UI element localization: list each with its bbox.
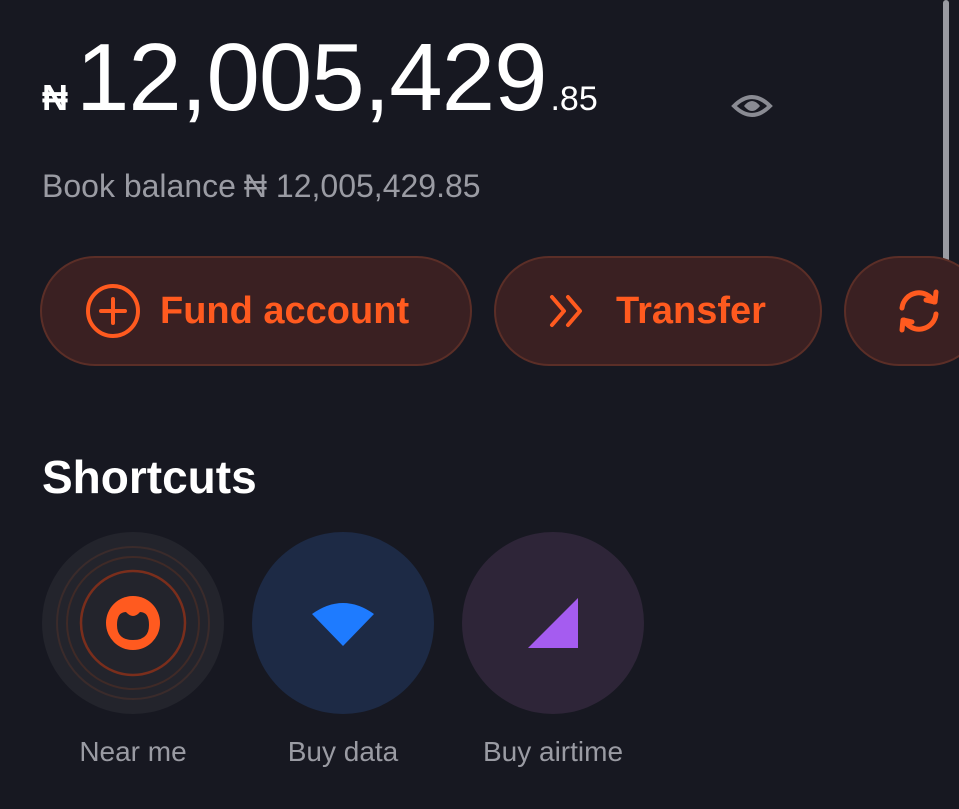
near-me-circle [42, 532, 224, 714]
buy-airtime-label: Buy airtime [482, 736, 624, 767]
buy-data-circle [252, 532, 434, 714]
transfer-button[interactable]: Transfer [494, 256, 822, 366]
currency-symbol: ₦ [42, 77, 68, 118]
shortcut-buy-airtime[interactable]: Buy airtime [460, 532, 646, 768]
refresh-icon [890, 282, 948, 340]
book-balance: Book balance ₦ 12,005,429.85 [42, 168, 481, 205]
wallet-screen: ₦ 12,005,429 .85 Book balance ₦ 12,005,42… [0, 0, 959, 809]
eye-icon[interactable] [730, 88, 774, 124]
buy-data-label: Buy data [287, 736, 399, 767]
book-balance-label: Book balance [42, 168, 236, 204]
balance-display: ₦ 12,005,429 .85 [42, 30, 598, 140]
balance-amount: 12,005,429 [76, 24, 547, 131]
exchange-button[interactable] [844, 256, 959, 366]
double-chevron-right-icon [546, 282, 590, 340]
action-buttons: Fund account Transfer [40, 256, 959, 368]
shortcuts-title: Shortcuts [42, 451, 257, 503]
book-balance-value: ₦ 12,005,429.85 [243, 168, 481, 204]
shortcut-buy-data[interactable]: Buy data [250, 532, 436, 768]
fund-account-button[interactable]: Fund account [40, 256, 472, 366]
buy-airtime-circle [462, 532, 644, 714]
balance-decimals: .85 [550, 80, 598, 118]
near-me-label: Near me [79, 736, 187, 767]
near-me-icon [56, 546, 210, 700]
plus-circle-icon [84, 282, 142, 340]
fund-account-label: Fund account [160, 289, 410, 332]
wifi-icon [312, 603, 374, 646]
shortcut-near-me[interactable]: Near me [40, 532, 226, 768]
signal-icon [528, 598, 578, 648]
transfer-label: Transfer [616, 289, 766, 332]
